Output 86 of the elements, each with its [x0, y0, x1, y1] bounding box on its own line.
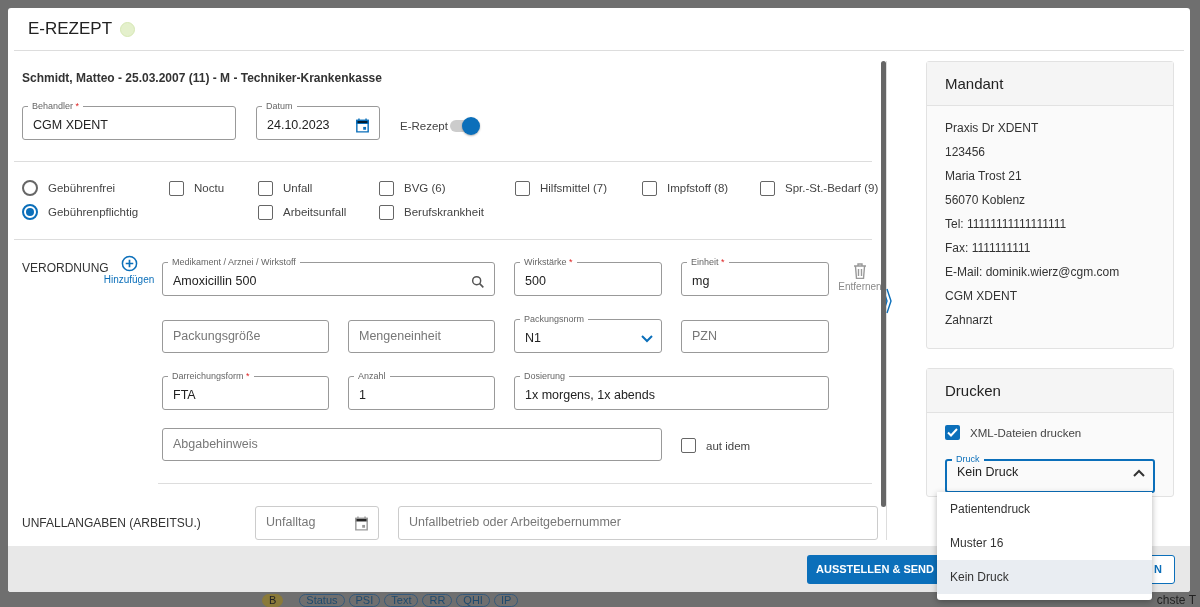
address-line: Tel: 11111111111111111	[945, 216, 1068, 233]
checkbox-label: XML-Dateien drucken	[970, 426, 1082, 439]
checkbox-label: Berufskrankheit	[404, 206, 484, 218]
input-field[interactable]: Mengeneinheit	[348, 320, 495, 353]
checkbox[interactable]	[169, 180, 184, 196]
checkbox-label: aut idem	[706, 439, 751, 452]
calendar-icon	[354, 117, 371, 134]
checkbox-label: Spr.-St.-Bedarf (9)	[785, 182, 879, 194]
text-input[interactable]: N1	[525, 330, 641, 347]
checkbox[interactable]	[515, 180, 530, 196]
text-input[interactable]: Kein Druck	[957, 465, 1133, 481]
text-input[interactable]: 1	[359, 387, 486, 404]
text-input[interactable]: Packungsgröße	[173, 328, 320, 345]
radio-button[interactable]	[22, 180, 38, 196]
input-field[interactable]: Unfallbetrieb oder Arbeitgebernummer	[398, 506, 878, 540]
input-field[interactable]: Anzahl 1	[348, 371, 495, 410]
card-title: Mandant	[945, 75, 1004, 92]
text-input[interactable]: 500	[525, 273, 653, 290]
checkbox-label: Hilfsmittel (7)	[540, 182, 608, 194]
text-input[interactable]: PZN	[692, 328, 820, 345]
input-field[interactable]: PZN	[681, 320, 829, 353]
text-input[interactable]: Unfallbetrieb oder Arbeitgebernummer	[409, 515, 869, 531]
address-line: Praxis Dr XDENT	[945, 120, 1040, 137]
chevron-up-icon	[1133, 469, 1145, 477]
text-input[interactable]: 1x morgens, 1x abends	[525, 387, 820, 404]
search-icon	[470, 273, 486, 290]
text-input[interactable]: Unfalltag	[266, 515, 353, 531]
input-field[interactable]: Dosierung 1x morgens, 1x abends	[514, 371, 829, 410]
card-title: Drucken	[945, 382, 1001, 399]
scrollbar[interactable]	[881, 61, 886, 507]
checkbox[interactable]	[945, 425, 960, 440]
text-input[interactable]: Mengeneinheit	[359, 328, 486, 345]
text-input[interactable]: 24.10.2023	[267, 117, 354, 134]
date-field[interactable]: Datum 24.10.2023	[256, 101, 380, 140]
calendar-icon	[353, 514, 370, 532]
dialog-title: E-REZEPT	[28, 19, 113, 39]
text-input[interactable]: Amoxicillin 500	[173, 273, 470, 290]
checkbox[interactable]	[760, 180, 775, 196]
patient-info: Schmidt, Matteo - 25.03.2007 (11) - M - Techniker-Krankenkasse	[21, 70, 383, 85]
e-rezept-toggle[interactable]	[449, 120, 478, 132]
date-field[interactable]: Unfalltag	[255, 506, 379, 540]
checkbox[interactable]	[681, 438, 696, 453]
checkbox-label: Unfall	[283, 182, 313, 194]
radio-label: Gebührenpflichtig	[48, 206, 139, 218]
address-line: Zahnarzt	[945, 312, 994, 329]
checkbox[interactable]	[379, 204, 394, 220]
checkbox[interactable]	[642, 180, 657, 196]
radio-button[interactable]	[22, 204, 38, 220]
trash-icon	[853, 263, 867, 279]
input-field[interactable]: Medikament / Arznei / Wirkstoff Amoxicillin 500	[162, 257, 495, 296]
checkbox-label: Arbeitsunfall	[283, 206, 347, 218]
text-input[interactable]: CGM XDENT	[33, 117, 227, 134]
background-text: chste T	[1156, 594, 1196, 607]
radio-label: Gebührenfrei	[48, 182, 116, 194]
chevron-down-icon	[641, 334, 653, 343]
checkbox-label: Noctu	[194, 182, 225, 194]
select-field[interactable]: Packungsnorm N1	[514, 314, 662, 353]
menu-item[interactable]: Muster 16	[937, 526, 1152, 560]
text-input[interactable]: FTA	[173, 387, 320, 404]
menu-item[interactable]: Patientendruck	[937, 492, 1152, 526]
checkbox[interactable]	[379, 180, 394, 196]
address-line: CGM XDENT	[945, 288, 1018, 305]
input-field[interactable]: Packungsgröße	[162, 320, 329, 353]
menu-item[interactable]: Kein Druck	[937, 560, 1152, 594]
input-field[interactable]: Abgabehinweis	[162, 428, 662, 461]
status-dot	[120, 21, 136, 37]
input-field[interactable]: Darreichungsform * FTA	[162, 371, 329, 410]
input-field[interactable]: Behandler * CGM XDENT	[22, 101, 236, 140]
checkbox-label: BVG (6)	[404, 182, 446, 194]
address-line: Maria Trost 21	[945, 168, 1023, 185]
address-line: 123456	[945, 144, 987, 161]
text-input[interactable]: Abgabehinweis	[173, 436, 653, 453]
address-line: 56070 Koblenz	[945, 192, 1027, 209]
address-line: E-Mail: dominik.wierz@cgm.com	[945, 264, 1121, 281]
plus-icon	[120, 255, 138, 272]
input-field[interactable]: Wirkstärke * 500	[514, 257, 662, 296]
address-line: Fax: 1111111111	[945, 240, 1032, 257]
input-field[interactable]: Einheit * mg	[681, 257, 829, 296]
remove-button[interactable]: Entfernen	[837, 263, 883, 292]
checkbox[interactable]	[258, 204, 273, 220]
checkbox-label: Impfstoff (8)	[667, 182, 729, 194]
toggle-label: E-Rezept	[400, 120, 448, 132]
tag-chip: B	[262, 594, 284, 607]
checkbox[interactable]	[258, 180, 273, 196]
section-label: UNFALLANGABEN (ARBEITSU.)	[22, 516, 202, 530]
text-input[interactable]: mg	[692, 273, 820, 290]
